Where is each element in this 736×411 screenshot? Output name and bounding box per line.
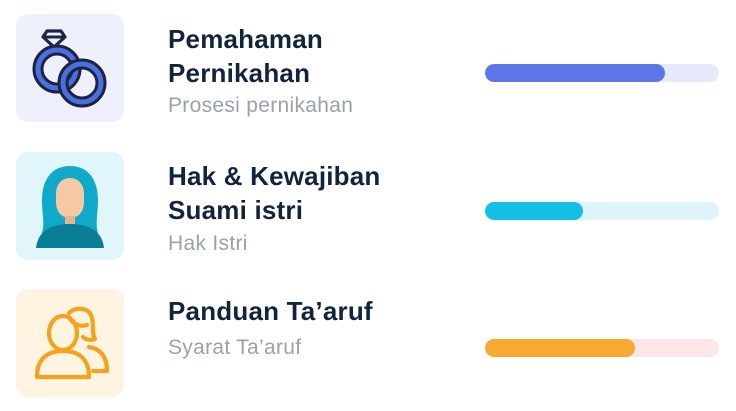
course-title: Panduan Ta’aruf [168, 296, 373, 326]
course-list-screen: { "courses": [ { "title": "Pemahaman Per… [0, 0, 736, 411]
course-progress-bar [485, 202, 719, 220]
course-progress-fill [485, 64, 666, 82]
course-subtitle: Syarat Ta’aruf [168, 336, 302, 359]
two-people-icon [29, 305, 111, 381]
hijab-woman-icon [34, 164, 106, 248]
course-subtitle: Prosesi pernikahan [168, 94, 354, 117]
course-icon-tile [16, 14, 124, 122]
course-item-pemahaman-pernikahan[interactable]: Pemahaman Pernikahan Prosesi pernikahan [0, 14, 736, 124]
course-progress-fill [485, 202, 584, 220]
course-progress-bar [485, 64, 719, 82]
course-progress-bar [485, 339, 719, 357]
course-progress-fill [485, 339, 635, 357]
course-icon-tile [16, 152, 124, 260]
course-item-hak-kewajiban[interactable]: Hak & Kewajiban Suami istri Hak Istri [0, 152, 736, 262]
course-icon-tile [16, 289, 124, 397]
course-title: Pemahaman Pernikahan [168, 24, 323, 88]
wedding-rings-icon [30, 27, 110, 109]
course-title: Hak & Kewajiban Suami istri [168, 161, 381, 225]
course-item-panduan-taaruf[interactable]: Panduan Ta’aruf Syarat Ta’aruf [0, 289, 736, 399]
course-subtitle: Hak Istri [168, 232, 248, 255]
